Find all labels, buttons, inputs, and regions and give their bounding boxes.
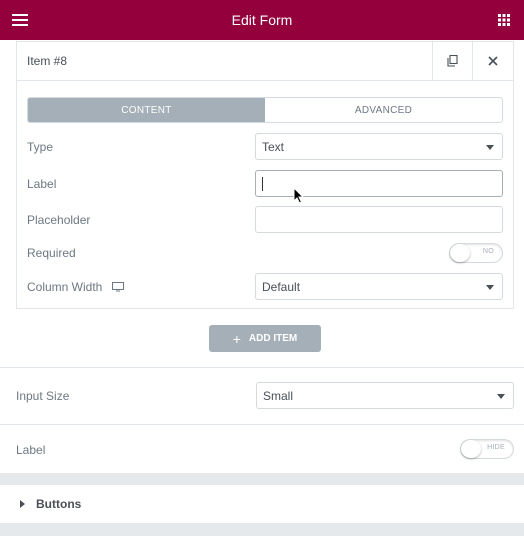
column-width-select[interactable]: Default <box>255 273 503 300</box>
panel-header: Edit Form <box>0 0 524 40</box>
divider <box>0 367 524 368</box>
required-label: Required <box>27 245 76 260</box>
section-separator <box>0 473 524 485</box>
required-row: Required NO <box>27 239 503 266</box>
input-size-value: Small <box>263 388 294 403</box>
item-header[interactable]: Item #8 <box>17 41 513 81</box>
tab-advanced[interactable]: ADVANCED <box>265 98 502 122</box>
type-value: Text <box>262 139 285 154</box>
toggle-knob <box>461 440 481 458</box>
placeholder-input[interactable] <box>255 206 503 233</box>
column-width-text: Column Width <box>27 279 103 294</box>
hamburger-menu-icon[interactable] <box>0 0 40 40</box>
label-label: Label <box>27 176 57 191</box>
buttons-section-header[interactable]: Buttons <box>0 485 524 523</box>
add-item-label: ADD ITEM <box>248 333 298 344</box>
chevron-down-icon <box>486 285 494 290</box>
input-size-select[interactable]: Small <box>256 382 514 409</box>
form-label-label: Label <box>16 442 46 457</box>
item-title[interactable]: Item #8 <box>17 54 432 68</box>
chevron-down-icon <box>497 394 505 399</box>
section-separator <box>0 523 524 536</box>
apps-grid-icon[interactable] <box>484 0 524 40</box>
add-item-button[interactable]: + ADD ITEM <box>209 325 321 352</box>
form-label-row: Label HIDE <box>16 436 514 463</box>
text-cursor <box>262 176 263 191</box>
type-row: Type Text <box>27 133 503 160</box>
input-size-row: Input Size Small <box>16 382 514 409</box>
duplicate-icon[interactable] <box>432 41 472 81</box>
required-toggle-text: NO <box>482 248 494 255</box>
label-hide-toggle[interactable]: HIDE <box>460 439 514 459</box>
page-title: Edit Form <box>231 12 293 28</box>
placeholder-label: Placeholder <box>27 212 91 227</box>
repeater-item: Item #8 CONTENT ADVANCED Type Text Label <box>16 41 514 309</box>
item-tabs: CONTENT ADVANCED <box>27 97 503 123</box>
column-width-label: Column Width <box>27 280 255 294</box>
chevron-down-icon <box>486 145 494 150</box>
label-input[interactable] <box>255 170 503 197</box>
column-width-value: Default <box>262 279 301 294</box>
toggle-knob <box>450 244 470 262</box>
type-label: Type <box>27 139 54 154</box>
divider <box>0 424 524 425</box>
column-width-row: Column Width Default <box>27 273 503 300</box>
caret-right-icon <box>20 500 25 508</box>
plus-icon: + <box>232 330 241 347</box>
tab-content[interactable]: CONTENT <box>28 98 265 122</box>
type-select[interactable]: Text <box>255 133 503 160</box>
buttons-section-title: Buttons <box>36 497 82 511</box>
label-toggle-text: HIDE <box>487 444 505 451</box>
placeholder-row: Placeholder <box>27 206 503 233</box>
desktop-icon[interactable] <box>112 281 125 292</box>
input-size-label: Input Size <box>16 388 70 403</box>
required-toggle[interactable]: NO <box>449 243 503 263</box>
label-row: Label <box>27 170 503 197</box>
close-icon[interactable] <box>472 41 513 81</box>
